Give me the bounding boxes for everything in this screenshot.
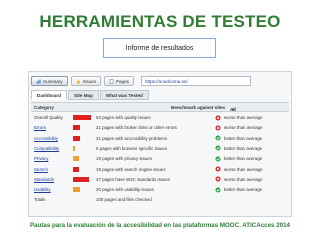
error-icon (215, 125, 221, 131)
summary-button[interactable]: Summary (31, 76, 68, 86)
url-field[interactable]: https://unedcoma.es/ (140, 76, 251, 86)
pages-button[interactable]: Pages (103, 76, 134, 86)
table-row: Overall Quality 53 pages with quality iss… (31, 114, 289, 122)
error-icon (215, 176, 221, 182)
description-cell: 19 pages with search engine issues (96, 166, 166, 172)
report-label-box: Informe de resultados (103, 38, 216, 58)
table-row: Errors 21 pages with broken links or othe… (31, 124, 289, 132)
category-cell[interactable]: Compatibility (34, 146, 59, 151)
table-header: Category Benchmark against sites All ▼ (31, 102, 289, 112)
table-row: Totals 100 pages and files checked (31, 196, 289, 204)
check-icon (215, 156, 221, 162)
description-cell: 47 pages have W3C standards issues (96, 176, 170, 182)
category-cell[interactable]: Standards (34, 177, 54, 182)
benchmark-status: better than average (224, 156, 263, 162)
benchmark-status: worse than average (224, 166, 263, 172)
table-row: Search 19 pages with search engine issues… (31, 166, 289, 174)
table-row: Privacy 19 pages with privacy issues bette… (31, 155, 289, 163)
severity-bar (73, 115, 91, 120)
severity-bar (73, 166, 80, 172)
report-screenshot-panel: Summary Issues Pages https://unedcoma.es… (28, 71, 292, 217)
description-cell: 21 pages with broken links or other erro… (96, 125, 177, 131)
description-cell: 19 pages with privacy issues (96, 156, 152, 162)
table-row: Standards 47 pages have W3C standards iss… (31, 176, 289, 184)
category-cell: Overall Quality (34, 115, 63, 120)
severity-bar (73, 156, 80, 162)
check-icon (215, 135, 221, 141)
table-row: Accessibility 21 pages with accessibility… (31, 135, 289, 143)
category-header: Category (34, 105, 54, 110)
severity-bar (73, 145, 75, 151)
benchmark-status: worse than average (224, 115, 263, 120)
severity-bar (73, 187, 80, 193)
pages-label: Pages (115, 78, 129, 84)
severity-bar (73, 176, 89, 182)
toolbar: Summary Issues Pages https://unedcoma.es… (31, 75, 289, 87)
category-cell[interactable]: Errors (34, 125, 46, 130)
benchmark-status: better than average (224, 145, 263, 151)
table-row: Compatibility 6 pages with browser specif… (31, 145, 289, 153)
error-icon (215, 114, 221, 121)
description-cell: 20 pages with usability issues (96, 187, 154, 193)
category-cell[interactable]: Accessibility (34, 136, 58, 141)
tab-what-was-tested[interactable]: What was Tested (99, 90, 149, 100)
page-icon (109, 78, 114, 84)
warning-icon (76, 79, 81, 83)
summary-label: Summary (43, 78, 63, 84)
category-cell[interactable]: Privacy (34, 156, 48, 161)
error-icon (215, 166, 221, 172)
benchmark-status: better than average (224, 187, 263, 193)
check-icon (215, 187, 221, 193)
tab-dashboard[interactable]: Dashboard (31, 90, 67, 100)
severity-bar (73, 135, 80, 141)
description-cell: 6 pages with browser specific issues (96, 145, 168, 151)
caption: Pautas para la evaluación de la accesibi… (30, 222, 290, 229)
severity-bar (73, 125, 80, 131)
category-cell[interactable]: Search (34, 167, 48, 172)
summary-icon (36, 79, 41, 83)
description-cell: 21 pages with accessibility problems (96, 135, 168, 141)
description-cell: 100 pages and files checked (96, 197, 152, 203)
category-cell: Totals (34, 197, 46, 203)
category-cell[interactable]: Usability (34, 187, 51, 192)
tab-bar: Dashboard Site Map What was Tested (31, 90, 149, 100)
slide-title: HERRAMIENTAS DE TESTEO (39, 12, 281, 31)
issues-button[interactable]: Issues (70, 76, 101, 86)
description-cell: 53 pages with quality issues (96, 115, 151, 120)
table-row: Usability 20 pages with usability issues b… (31, 186, 289, 194)
tab-site-map[interactable]: Site Map (68, 90, 99, 100)
issues-label: Issues (82, 78, 96, 84)
benchmark-status: worse than average (224, 125, 263, 131)
check-icon (215, 145, 221, 151)
benchmark-status: better than average (224, 135, 263, 141)
benchmark-header: Benchmark against sites (171, 105, 226, 110)
benchmark-status: worse than average (224, 176, 263, 182)
chevron-down-icon: ▼ (231, 107, 235, 112)
